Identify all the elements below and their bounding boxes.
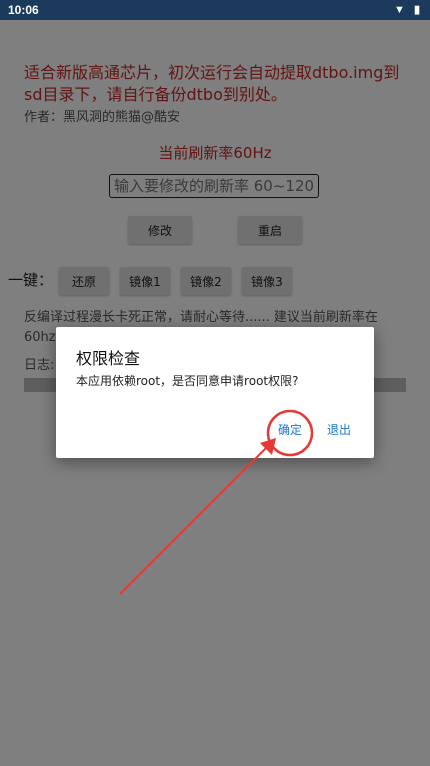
wifi-icon: ▼ <box>393 4 405 16</box>
status-icons: ▼ ▮ <box>388 3 420 16</box>
battery-icon: ▮ <box>413 4 420 16</box>
exit-button[interactable]: 退出 <box>327 421 351 438</box>
screen: 10:06 ▼ ▮ 适合新版高通芯片，初次运行会自动提取dtbo.img到sd目… <box>0 0 430 766</box>
permission-dialog: 权限检查 本应用依赖root，是否同意申请root权限? 确定 退出 <box>56 327 374 458</box>
confirm-button[interactable]: 确定 <box>278 421 302 438</box>
dialog-title: 权限检查 <box>76 349 141 368</box>
dialog-message: 本应用依赖root，是否同意申请root权限? <box>76 374 299 388</box>
status-bar: 10:06 ▼ ▮ <box>0 0 430 20</box>
status-time: 10:06 <box>8 3 39 17</box>
